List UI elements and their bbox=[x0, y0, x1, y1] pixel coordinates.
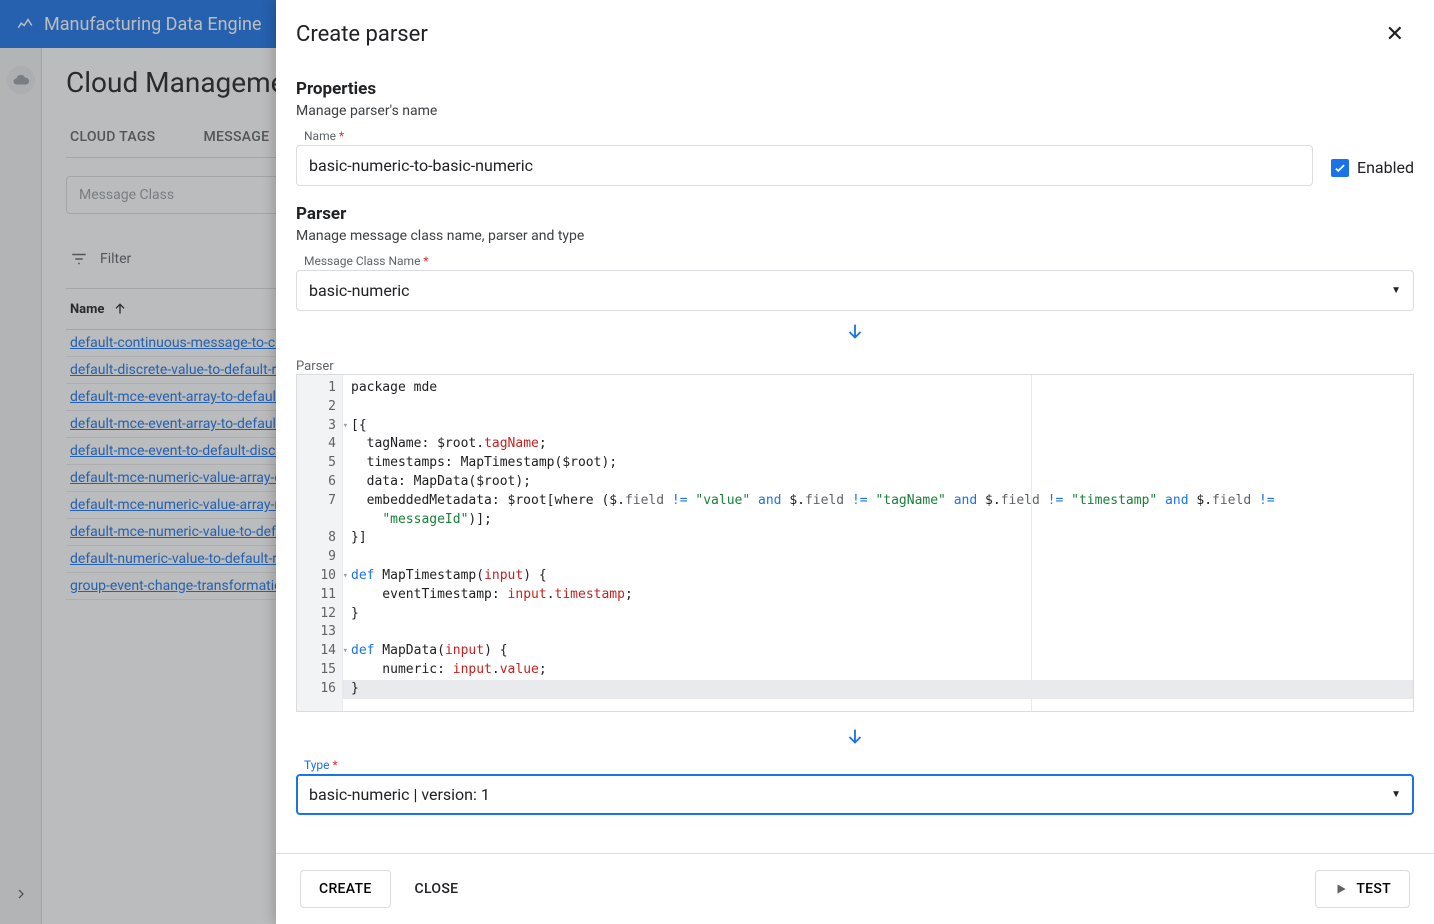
code-content[interactable]: package mde [{ tagName: $root.tagName; t… bbox=[343, 375, 1413, 711]
code-editor[interactable]: 1 2 3 4 5 6 7 8 9 10 11 12 13 14 15 16 p… bbox=[296, 374, 1414, 712]
name-input[interactable] bbox=[296, 145, 1313, 186]
test-button[interactable]: TEST bbox=[1315, 870, 1410, 908]
panel-footer: CREATE CLOSE TEST bbox=[276, 853, 1434, 924]
enabled-checkbox[interactable]: Enabled bbox=[1331, 158, 1414, 177]
parser-sub: Manage message class name, parser and ty… bbox=[296, 228, 1414, 244]
type-label: Type * bbox=[296, 758, 1414, 772]
type-value: basic-numeric | version: 1 bbox=[309, 785, 490, 804]
close-icon[interactable]: ✕ bbox=[1386, 22, 1404, 47]
flow-arrow-down-icon bbox=[296, 716, 1414, 758]
flow-arrow-down-icon bbox=[296, 311, 1414, 353]
properties-heading: Properties bbox=[296, 79, 1414, 99]
properties-sub: Manage parser's name bbox=[296, 103, 1414, 119]
type-select[interactable]: basic-numeric | version: 1 ▼ bbox=[296, 774, 1414, 815]
create-button[interactable]: CREATE bbox=[300, 870, 391, 908]
chevron-down-icon: ▼ bbox=[1391, 789, 1401, 800]
panel-title: Create parser bbox=[296, 22, 428, 47]
play-icon bbox=[1334, 882, 1348, 896]
mcn-value: basic-numeric bbox=[309, 281, 410, 300]
message-class-name-select[interactable]: basic-numeric ▼ bbox=[296, 270, 1414, 311]
name-label: Name * bbox=[296, 129, 1414, 143]
panel-body: Properties Manage parser's name Name * E… bbox=[276, 55, 1434, 853]
mcn-label: Message Class Name * bbox=[296, 254, 1414, 268]
create-parser-panel: Create parser ✕ Properties Manage parser… bbox=[276, 0, 1434, 924]
close-button[interactable]: CLOSE bbox=[415, 881, 459, 897]
editor-gutter: 1 2 3 4 5 6 7 8 9 10 11 12 13 14 15 16 bbox=[297, 375, 343, 711]
enabled-label: Enabled bbox=[1357, 158, 1414, 177]
checkbox-icon bbox=[1331, 159, 1349, 177]
parser-heading: Parser bbox=[296, 204, 1414, 224]
editor-label: Parser bbox=[296, 359, 1414, 374]
chevron-down-icon: ▼ bbox=[1391, 285, 1401, 296]
panel-header: Create parser ✕ bbox=[276, 0, 1434, 55]
